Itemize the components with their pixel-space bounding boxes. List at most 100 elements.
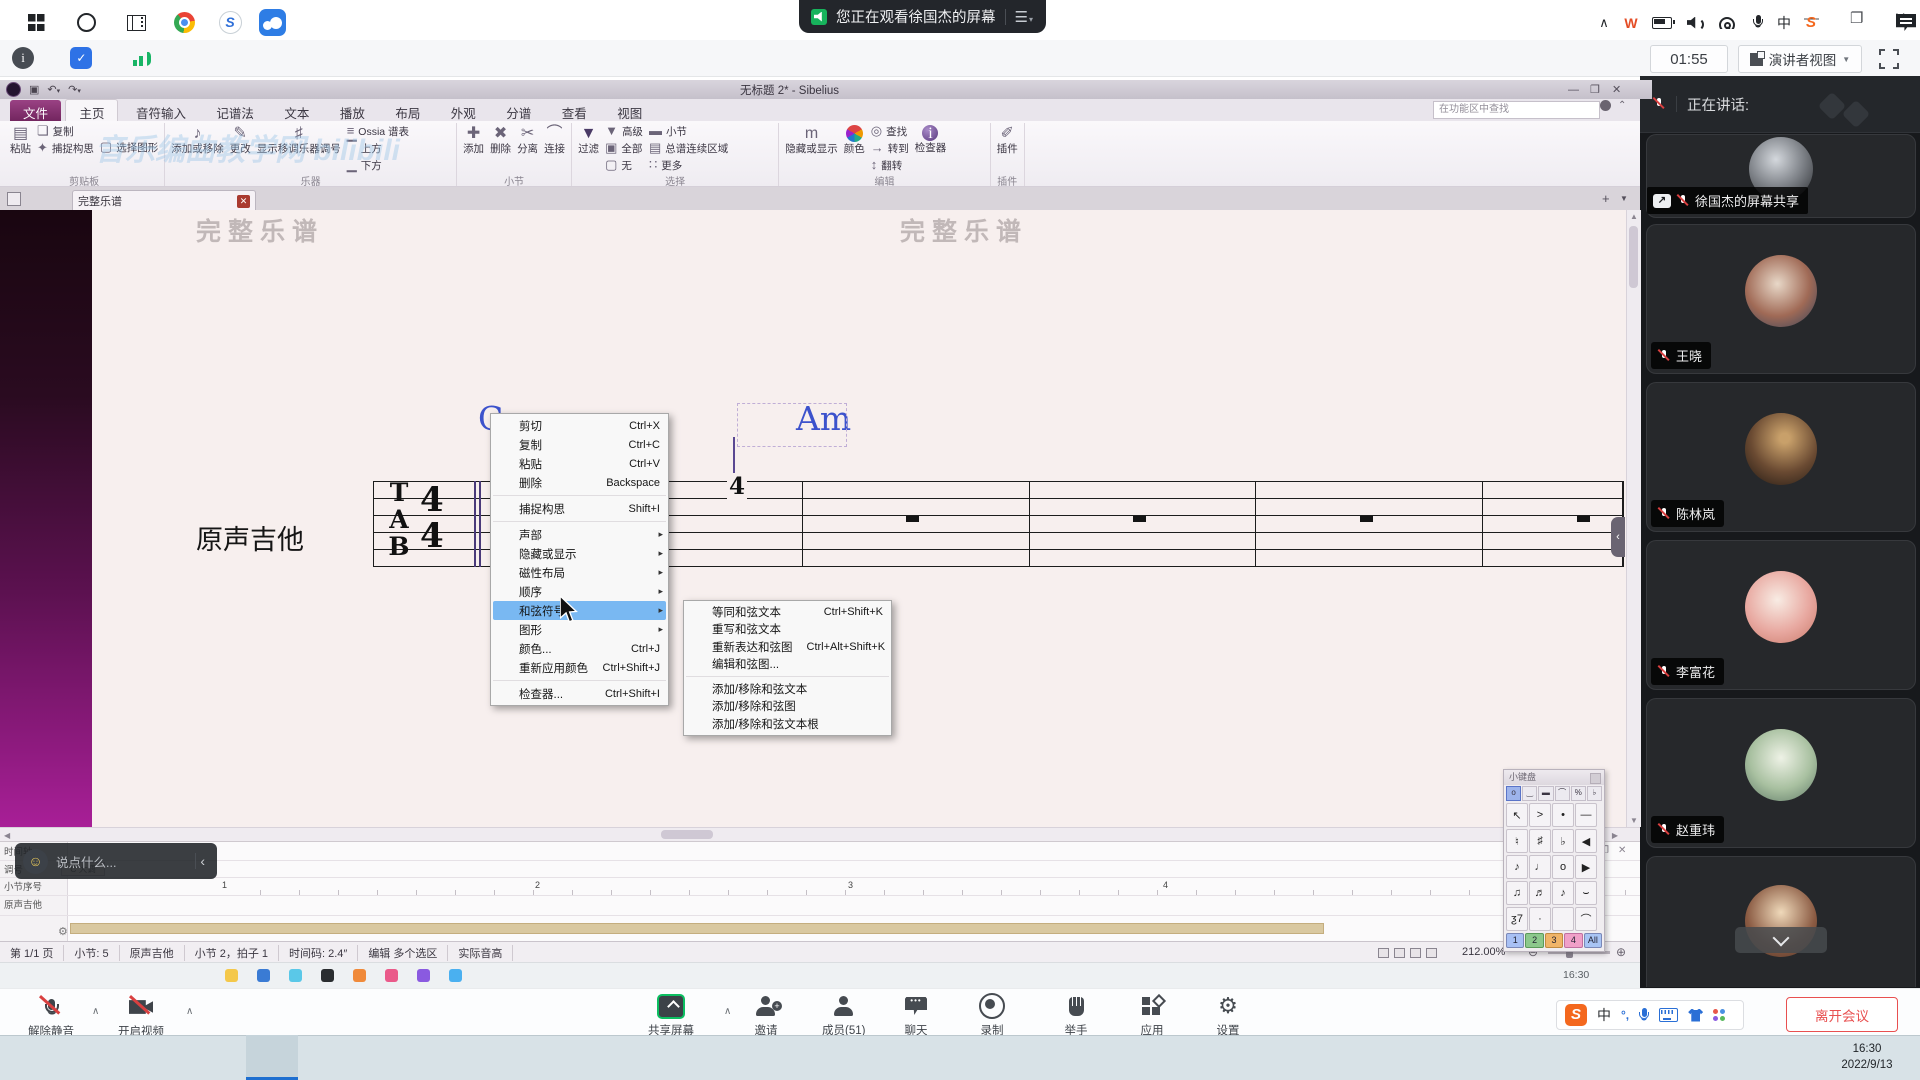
emoji-icon[interactable]: ☺ [23, 849, 48, 874]
menu-item[interactable]: 删除 Backspace [493, 473, 666, 492]
skin-icon[interactable] [1688, 1009, 1703, 1022]
scroll-down-icon[interactable]: ▼ [1630, 816, 1638, 825]
keypad-key[interactable]: ♫ [1506, 881, 1528, 905]
chat-button[interactable]: 聊天 [902, 993, 930, 1038]
ribbon-button[interactable]: ▬ 小节 [649, 123, 728, 139]
ribbon-button[interactable]: ↕ 翻转 [871, 157, 909, 173]
participant-tile[interactable]: 王晓 [1646, 224, 1916, 374]
rest-symbol[interactable] [1133, 516, 1146, 522]
chrome-icon[interactable] [162, 0, 206, 45]
ribbon-button[interactable]: ♯ 显示移调乐器调号 [257, 123, 341, 173]
taskbar-clock[interactable]: 16:30 2022/9/13 [1836, 1041, 1898, 1073]
participant-tile-partial[interactable] [1646, 856, 1916, 987]
ribbon-button[interactable]: ✐ 插件 [997, 123, 1018, 173]
menu-item[interactable]: 添加/移除和弦文本根 [686, 715, 889, 733]
ribbon-button[interactable]: ♪ 添加或移除 [171, 123, 224, 173]
menu-item[interactable]: 添加/移除和弦图 [686, 698, 889, 716]
share-screen-button[interactable]: 共享屏幕 [648, 993, 694, 1038]
voice-button[interactable]: 3 [1545, 933, 1563, 948]
start-button[interactable] [14, 0, 58, 45]
scroll-left-icon[interactable]: ◀ [4, 831, 10, 840]
tray-expand-chevron[interactable]: ∧ [1592, 0, 1616, 45]
chat-quick-input[interactable]: ☺ 说点什么... ‹ [15, 843, 217, 879]
members-button[interactable]: 成员(51) [822, 993, 865, 1038]
camera-options-chevron[interactable]: ∧ [186, 1006, 193, 1017]
unmute-button[interactable]: 解除静音 [28, 994, 74, 1039]
keypad-key[interactable]: o [1552, 855, 1574, 879]
voice-button[interactable]: 2 [1525, 933, 1543, 948]
ribbon-button[interactable]: ⌒ 连接 [544, 123, 565, 173]
rest-symbol[interactable] [906, 516, 919, 522]
ribbon-button[interactable]: → 转到 [871, 140, 909, 156]
keypad-key[interactable]: ↖ [1506, 803, 1528, 827]
sogou-tray-icon[interactable]: S [1798, 0, 1824, 45]
ribbon-button[interactable]: ✂ 分离 [517, 123, 538, 173]
keypad-panel[interactable]: 小键盘 o‿▬⌒%♭ ↖>•— ♮♯♭◀ ♪♩o▶ ♫♬♪⌣ [1503, 769, 1605, 952]
scroll-more-button[interactable] [1735, 927, 1827, 953]
keypad-key[interactable]: ⌒ [1575, 907, 1597, 931]
voice-input-icon[interactable] [1639, 1008, 1649, 1023]
raise-hand-button[interactable]: 举手 [1062, 993, 1090, 1038]
ribbon-button[interactable]: ● 颜色 [844, 123, 865, 173]
ribbon-button[interactable]: ✖ 删除 [490, 123, 511, 173]
keypad-key[interactable]: ▶ [1575, 855, 1597, 879]
mic-options-chevron[interactable]: ∧ [92, 1006, 99, 1017]
battery-icon[interactable] [1648, 0, 1676, 45]
ribbon-button[interactable]: ❏ 复制 [37, 123, 94, 139]
fullscreen-icon[interactable] [1878, 48, 1900, 70]
participant-tile[interactable]: 赵重玮 [1646, 698, 1916, 848]
task-view-icon[interactable] [114, 0, 158, 45]
menu-item[interactable]: 颜色... Ctrl+J [493, 639, 666, 658]
keypad-tab[interactable]: ♭ [1587, 786, 1602, 801]
tab-list-icon[interactable] [7, 192, 21, 206]
menu-item[interactable]: 隐藏或显示 ▸ [493, 544, 666, 563]
banner-menu-icon[interactable]: ☰▾ [1015, 8, 1034, 26]
keypad-tab[interactable]: % [1571, 786, 1586, 801]
search-icon[interactable] [64, 0, 108, 45]
keypad-key[interactable]: ♬ [1529, 881, 1551, 905]
meeting-app-icon[interactable] [246, 0, 298, 45]
menu-item[interactable]: 重新表达和弦图 Ctrl+Alt+Shift+K [686, 638, 889, 656]
keypad-tab[interactable]: ‿ [1522, 786, 1537, 801]
timeline-ruler-row[interactable]: 小节序号 1234 [0, 877, 1640, 896]
close-panel-icon[interactable]: ✕ [1618, 845, 1626, 856]
record-button[interactable]: 录制 [978, 993, 1006, 1038]
menu-item[interactable]: 检查器... Ctrl+Shift+I [493, 684, 666, 703]
ribbon-button[interactable]: ✚ 添加 [463, 123, 484, 173]
punctuation-icon[interactable]: °, [1621, 1008, 1629, 1022]
view-toggle-icons[interactable] [1378, 948, 1442, 961]
scroll-right-icon[interactable]: ▶ [1612, 831, 1618, 840]
menu-item[interactable]: 添加/移除和弦文本 [686, 680, 889, 698]
sib-close-icon[interactable]: ✕ [1612, 83, 1621, 96]
menu-item[interactable]: 图形 ▸ [493, 620, 666, 639]
rest-symbol[interactable] [1360, 516, 1373, 522]
ribbon-button[interactable]: ✦ 捕捉构思 [37, 140, 94, 156]
scrollbar-thumb[interactable] [661, 830, 713, 839]
keypad-key[interactable]: ⌣ [1575, 881, 1597, 905]
view-mode-dropdown[interactable]: 演讲者视图 ▼ [1738, 45, 1862, 73]
ribbon-button[interactable]: ▼ 高级 [605, 123, 643, 139]
start-video-button[interactable]: 开启视频 [118, 994, 164, 1039]
keypad-tab[interactable]: ⌒ [1555, 786, 1570, 801]
voice-button[interactable]: 1 [1506, 933, 1524, 948]
menu-item[interactable]: 捕捉构思 Shift+I [493, 499, 666, 518]
save-icon[interactable]: ▣ [29, 83, 39, 96]
meeting-security-icon[interactable]: ✓ [70, 47, 92, 69]
ribbon-button[interactable]: ▔ 上方 [347, 140, 409, 156]
menu-item[interactable]: 顺序 ▸ [493, 582, 666, 601]
gear-icon[interactable]: ⚙ [58, 925, 68, 938]
ime-toolbox-icon[interactable] [1713, 1009, 1726, 1022]
document-tab[interactable]: 完整乐谱 ✕ [72, 190, 256, 211]
ribbon-button[interactable]: m 隐藏或显示 [785, 123, 838, 173]
ribbon-search-input[interactable]: 在功能区中查找 [1433, 101, 1600, 119]
maximize-button[interactable]: ❐ [1850, 9, 1863, 29]
menu-item[interactable]: 重新应用颜色 Ctrl+Shift+J [493, 658, 666, 677]
volume-icon[interactable] [1682, 0, 1710, 45]
sib-minimize-icon[interactable]: — [1568, 84, 1579, 96]
menu-item[interactable]: 剪切 Ctrl+X [493, 416, 666, 435]
ribbon-button[interactable]: ▤ 粘贴 [10, 123, 31, 173]
keypad-title[interactable]: 小键盘 [1504, 770, 1604, 785]
keypad-key[interactable]: ♮ [1506, 829, 1528, 853]
keypad-key[interactable]: ƺ7 [1506, 907, 1528, 931]
keypad-key[interactable]: · [1529, 907, 1551, 931]
